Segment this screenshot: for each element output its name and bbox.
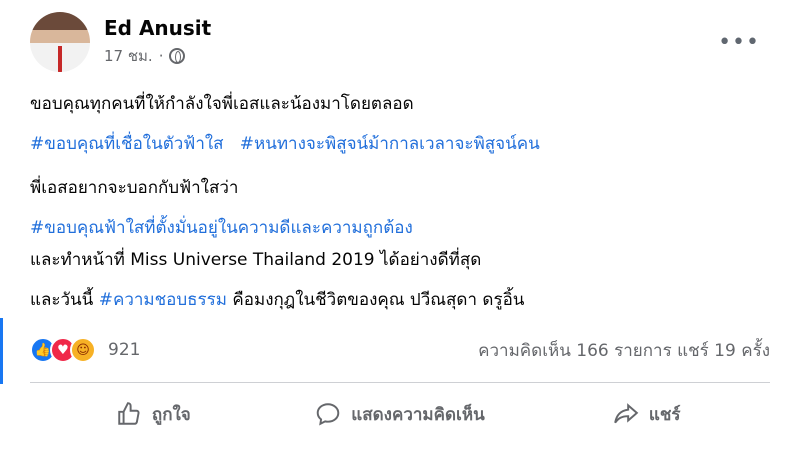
post-text: พี่เอสอยากจะบอกกับฟ้าใสว่า [30,178,239,198]
share-arrow-icon [613,401,639,427]
hashtag-link[interactable]: #ขอบคุณที่เชื่อในตัวฟ้าใส [30,134,224,154]
avatar[interactable] [30,12,90,72]
post-text-line: พี่เอสอยากจะบอกกับฟ้าใสว่า [30,176,238,201]
hashtag-link[interactable]: #หนทางจะพิสูจน์ม้ากาลเวลาจะพิสูจน์คน [240,134,540,154]
comments-shares-count[interactable]: ความคิดเห็น 166 รายการ แชร์ 19 ครั้ง [478,337,770,364]
post-text-line: #ขอบคุณที่เชื่อในตัวฟ้าใส #หนทางจะพิสูจน… [30,132,540,157]
author-name[interactable]: Ed Anusit [104,16,211,40]
more-options-button[interactable]: ••• [718,30,760,55]
action-bar: ถูกใจ แสดงความคิดเห็น แชร์ [30,392,770,436]
reaction-count[interactable]: 921 [108,340,140,360]
comment-icon [315,401,341,427]
post-stats: 👍 ♥ ☺ 921 ความคิดเห็น 166 รายการ แชร์ 19… [30,334,770,366]
post-text: และทำหน้าที่ Miss Universe Thailand 2019… [30,250,482,270]
post-text-line: และทำหน้าที่ Miss Universe Thailand 2019… [30,248,481,273]
comment-button[interactable]: แสดงความคิดเห็น [277,392,524,436]
reactions-summary[interactable]: 👍 ♥ ☺ [30,337,96,363]
thumbs-up-icon [116,401,142,427]
focus-indicator [0,318,3,384]
like-button[interactable]: ถูกใจ [30,392,277,436]
post-meta: Ed Anusit 17 ชม. · [104,16,211,68]
share-button[interactable]: แชร์ [523,392,770,436]
post-text: คือมงกุฎในชีวิตของคุณ ปวีณสุดา ดรูอิ้น [227,290,525,310]
globe-icon[interactable] [169,48,186,64]
post-text-line: และวันนี้ #ความชอบธรรม คือมงกุฎในชีวิตขอ… [30,288,524,313]
divider [30,382,770,383]
post-text-line: ขอบคุณทุกคนที่ให้กำลังใจพี่เอสและน้องมาโ… [30,92,414,117]
post-text: ขอบคุณทุกคนที่ให้กำลังใจพี่เอสและน้องมาโ… [30,94,414,114]
post-timestamp[interactable]: 17 ชม. [104,44,153,68]
post-text: และวันนี้ [30,290,99,310]
comment-label: แสดงความคิดเห็น [351,404,485,425]
post-text [224,134,240,154]
care-reaction-icon: ☺ [70,337,96,363]
post-subline: 17 ชม. · [104,44,211,68]
hashtag-link[interactable]: #ความชอบธรรม [99,290,227,310]
separator-dot: · [158,47,164,65]
share-label: แชร์ [648,404,681,425]
like-label: ถูกใจ [151,404,191,425]
post-text-line: #ขอบคุณฟ้าใสที่ตั้งมั่นอยู่ในความดีและคว… [30,216,413,241]
hashtag-link[interactable]: #ขอบคุณฟ้าใสที่ตั้งมั่นอยู่ในความดีและคว… [30,218,413,238]
post-header: Ed Anusit 17 ชม. · [30,12,211,72]
